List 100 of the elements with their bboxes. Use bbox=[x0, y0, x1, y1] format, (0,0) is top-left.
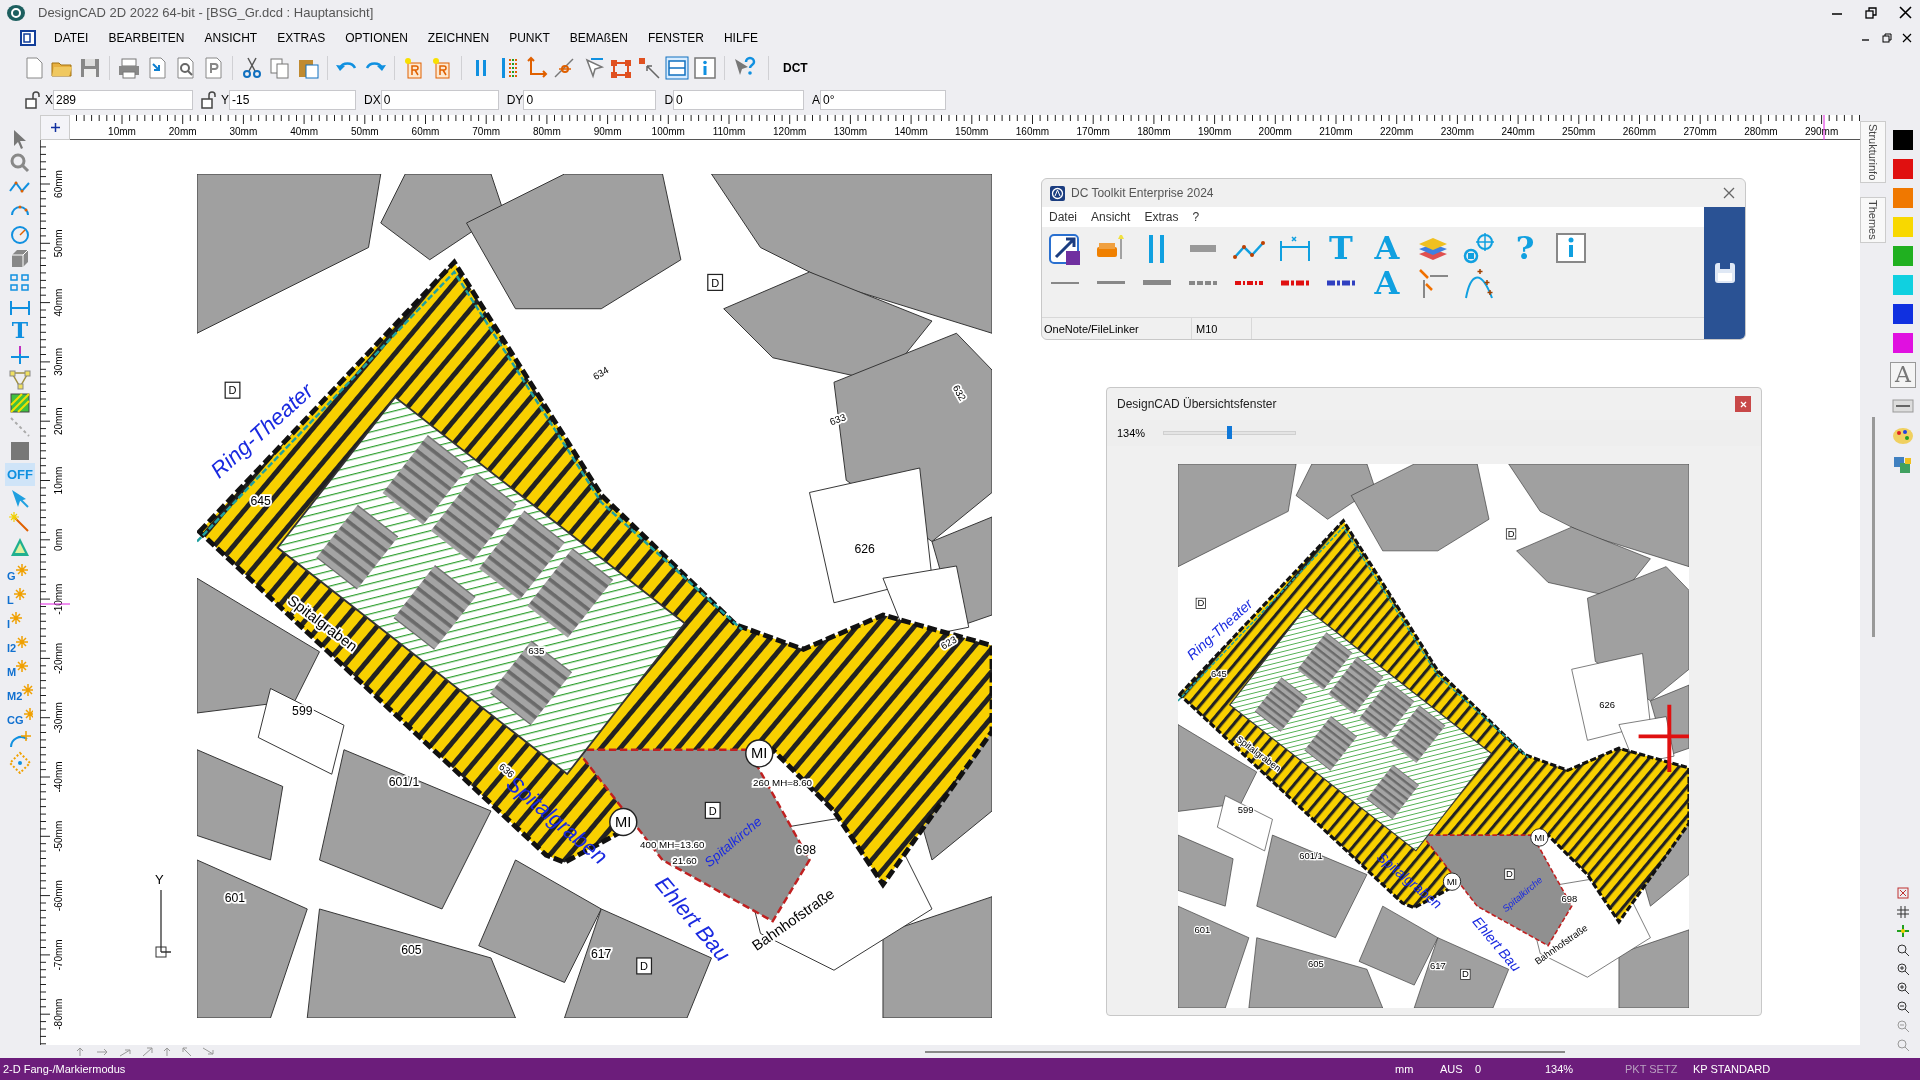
close-icon[interactable] bbox=[1902, 32, 1912, 43]
snap-mode-label[interactable]: G bbox=[7, 570, 16, 582]
origin-button[interactable] bbox=[40, 115, 70, 140]
close-button[interactable] bbox=[1735, 396, 1751, 412]
window-layout-icon[interactable] bbox=[665, 55, 689, 80]
coordinate-field[interactable]: 289 bbox=[53, 90, 193, 110]
grid-icon[interactable] bbox=[8, 271, 32, 294]
document-icon[interactable] bbox=[20, 29, 36, 46]
save-button[interactable] bbox=[1704, 207, 1745, 339]
status-cell: OneNote/FileLinker bbox=[1042, 318, 1192, 339]
map-label: D bbox=[708, 804, 717, 817]
snap-mode-label[interactable]: I2 bbox=[7, 642, 17, 654]
grid-icon[interactable] bbox=[1897, 906, 1909, 918]
zoom-window-icon[interactable] bbox=[1897, 944, 1909, 956]
cut-icon[interactable] bbox=[240, 55, 264, 80]
ruler-label: 0mm bbox=[53, 528, 64, 551]
side-tab[interactable]: Strukturinfo bbox=[1859, 121, 1887, 184]
curve-icon[interactable] bbox=[1462, 266, 1496, 300]
ruler-label: 150mm bbox=[955, 126, 989, 137]
coordinate-field[interactable]: 0 bbox=[523, 90, 657, 110]
position-cross-icon bbox=[1636, 702, 1689, 774]
color-swatch[interactable] bbox=[1893, 333, 1913, 353]
menu-item[interactable]: PUNKT bbox=[499, 28, 560, 47]
menu-item[interactable]: BEMAßEN bbox=[559, 28, 638, 47]
coordinate-field[interactable]: -15 bbox=[229, 90, 357, 110]
menu-item[interactable]: FENSTER bbox=[637, 28, 714, 47]
ruler-label: 290mm bbox=[1804, 126, 1839, 137]
restore-icon[interactable] bbox=[1882, 32, 1892, 43]
map-label: 698 bbox=[1561, 893, 1578, 905]
color-swatch[interactable] bbox=[1893, 188, 1913, 208]
drawing-canvas[interactable] bbox=[70, 140, 1860, 1045]
info-icon[interactable] bbox=[1554, 231, 1588, 265]
menu-item[interactable]: Datei bbox=[1042, 208, 1084, 226]
map-label: 634 bbox=[590, 364, 611, 382]
dashed-line-icon[interactable] bbox=[8, 415, 32, 438]
vertical-scrollbar[interactable] bbox=[1871, 417, 1875, 637]
map-label: 626 bbox=[854, 541, 875, 556]
onenote-link-icon[interactable] bbox=[1048, 231, 1082, 265]
map-label: MI bbox=[751, 745, 768, 762]
triangle-nodes-icon[interactable] bbox=[8, 367, 32, 390]
restore-icon[interactable] bbox=[1865, 6, 1877, 19]
color-swatch[interactable] bbox=[1893, 304, 1913, 324]
zoom-slider[interactable] bbox=[1163, 426, 1296, 440]
zoom-out-icon[interactable] bbox=[1897, 1001, 1909, 1013]
text-style-button[interactable]: A bbox=[1890, 362, 1916, 388]
printer-icon[interactable] bbox=[117, 55, 141, 80]
horizontal-scrollbar[interactable] bbox=[925, 1050, 1565, 1053]
cross-icon[interactable] bbox=[8, 343, 32, 366]
chamfer-icon[interactable] bbox=[1416, 266, 1450, 300]
select-arrow-icon[interactable] bbox=[637, 55, 661, 80]
snap-mode-label[interactable]: M bbox=[7, 666, 17, 678]
color-swatch[interactable] bbox=[1893, 130, 1913, 150]
unlocked-padlock-icon[interactable] bbox=[25, 91, 41, 109]
snap-target-icon[interactable] bbox=[1462, 231, 1496, 265]
menu-item[interactable]: HILFE bbox=[713, 28, 768, 47]
zoom-extents-icon[interactable] bbox=[1897, 1039, 1909, 1051]
zoom-icon[interactable] bbox=[8, 151, 32, 174]
color-swatch[interactable] bbox=[1893, 217, 1913, 237]
color-swatch[interactable] bbox=[1893, 159, 1913, 179]
coordinate-label: A bbox=[812, 92, 821, 109]
color-swatch[interactable] bbox=[1893, 246, 1913, 266]
circle-icon[interactable] bbox=[8, 223, 32, 246]
snap-mode-label[interactable]: I bbox=[7, 618, 11, 630]
menu-item[interactable]: BEARBEITEN bbox=[98, 28, 195, 47]
snap-mode-label[interactable]: M2 bbox=[7, 690, 23, 702]
coordinate-field[interactable]: 0 bbox=[380, 90, 499, 110]
hatch-icon[interactable] bbox=[8, 391, 32, 414]
diamond-snap-icon[interactable] bbox=[8, 751, 32, 774]
close-view-icon[interactable] bbox=[1897, 887, 1909, 899]
side-tab[interactable]: Themes bbox=[1859, 197, 1887, 243]
map-label: 601 bbox=[224, 890, 246, 905]
axes-icon[interactable] bbox=[525, 55, 549, 80]
menu-item[interactable]: Ansicht bbox=[1084, 208, 1138, 226]
filled-square-icon[interactable] bbox=[8, 439, 32, 462]
coordinate-field[interactable]: 0° bbox=[820, 90, 947, 110]
slider-thumb[interactable] bbox=[1227, 426, 1232, 439]
ruler-label: 280mm bbox=[1744, 126, 1778, 137]
zoom-in-icon[interactable] bbox=[1897, 982, 1909, 994]
ruler-label: -60mm bbox=[53, 880, 64, 912]
snap-mode-label[interactable]: CG bbox=[7, 714, 24, 726]
menu-item[interactable]: DATEI bbox=[44, 28, 99, 47]
zoom-in-icon[interactable] bbox=[1897, 963, 1909, 975]
menu-item[interactable]: Extras bbox=[1137, 208, 1186, 226]
menu-item[interactable]: ZEICHNEN bbox=[417, 28, 500, 47]
close-icon[interactable] bbox=[1899, 6, 1912, 19]
snap-mode-label[interactable]: L bbox=[7, 594, 14, 606]
snap-point-icon[interactable] bbox=[1897, 925, 1909, 937]
menu-item[interactable]: EXTRAS bbox=[267, 28, 336, 47]
snap-line-icon[interactable] bbox=[553, 55, 577, 80]
menu-item[interactable]: OPTIONEN bbox=[335, 28, 418, 47]
color-swatch[interactable] bbox=[1893, 275, 1913, 295]
info-icon[interactable] bbox=[693, 55, 717, 80]
ruler-label: 80mm bbox=[533, 126, 561, 137]
menu-item[interactable]: ? bbox=[1185, 208, 1207, 226]
coordinate-field[interactable]: 0 bbox=[673, 90, 805, 110]
status-field: 0 bbox=[1475, 1060, 1545, 1078]
dct-button[interactable]: DCT bbox=[781, 58, 810, 77]
coordinate-label: DX bbox=[364, 92, 381, 109]
unlocked-padlock-icon[interactable] bbox=[201, 91, 217, 109]
menu-item[interactable]: ANSICHT bbox=[194, 28, 268, 47]
